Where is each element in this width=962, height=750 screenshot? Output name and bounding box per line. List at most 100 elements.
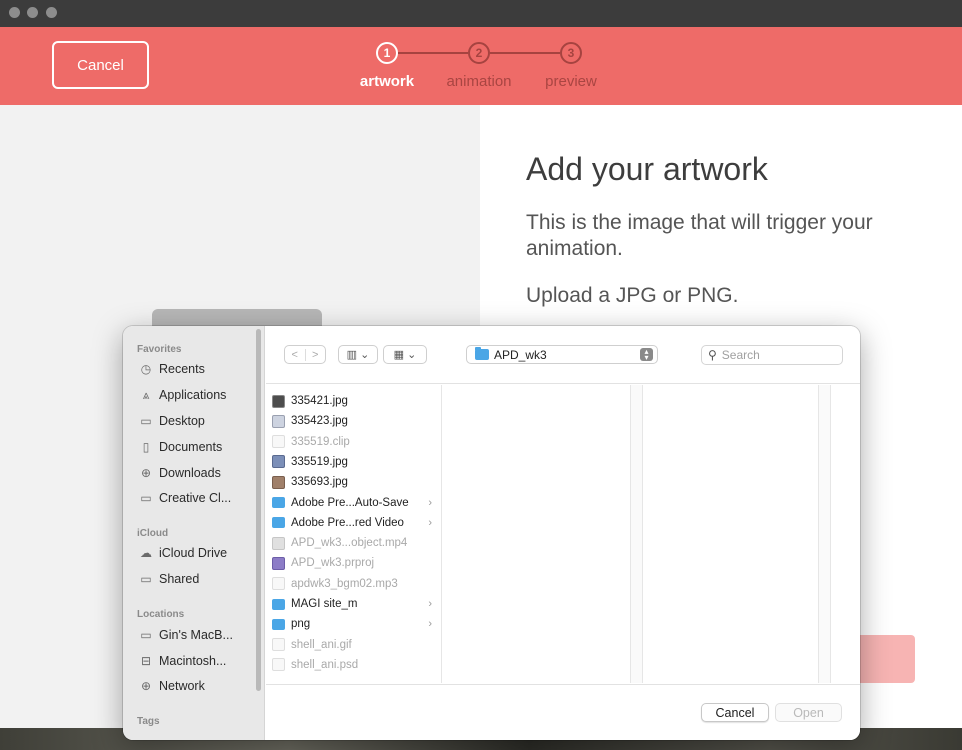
chevron-right-icon: › bbox=[428, 516, 432, 529]
step-2-label[interactable]: animation bbox=[429, 73, 529, 90]
sidebar-item-documents[interactable]: ▯ Documents bbox=[137, 437, 223, 457]
file-name: shell_ani.gif bbox=[291, 638, 352, 651]
sidebar-scrollbar[interactable] bbox=[256, 329, 261, 691]
step-2-circle[interactable]: 2 bbox=[468, 42, 490, 64]
wizard-header: Cancel 1 2 3 artwork animation preview bbox=[0, 27, 962, 105]
folder-icon bbox=[272, 517, 285, 529]
laptop-icon: ▭ bbox=[140, 628, 152, 642]
chevron-right-icon: › bbox=[428, 618, 432, 631]
minimize-window-button[interactable] bbox=[27, 7, 38, 18]
file-name: 335519.jpg bbox=[291, 455, 348, 468]
sidebar-item-macbook[interactable]: ▭ Gin's MacB... bbox=[137, 625, 233, 645]
step-3-circle[interactable]: 3 bbox=[560, 42, 582, 64]
sidebar-item-label: Shared bbox=[159, 572, 200, 586]
file-icon bbox=[272, 475, 285, 489]
file-name: 335693.jpg bbox=[291, 476, 348, 489]
group-by-button[interactable]: ▦ ⌄ bbox=[383, 345, 427, 364]
file-row[interactable]: 335519.clip bbox=[272, 432, 432, 452]
sidebar-item-network[interactable]: ⊕ Network bbox=[137, 676, 205, 696]
sidebar-item-applications[interactable]: ⩓ Applications bbox=[137, 385, 227, 405]
file-column-3 bbox=[643, 385, 819, 683]
search-icon: ⚲ bbox=[708, 348, 717, 362]
file-row[interactable]: 335421.jpg bbox=[272, 391, 432, 411]
dialog-footer: Cancel Open bbox=[266, 684, 860, 740]
sidebar-group-favorites: Favorites bbox=[137, 344, 182, 355]
file-name: 335421.jpg bbox=[291, 395, 348, 407]
sidebar-item-downloads[interactable]: ⊕ Downloads bbox=[137, 463, 221, 483]
sidebar-item-recents[interactable]: ◷ Recents bbox=[137, 359, 205, 379]
folder-row[interactable]: MAGI site_m › bbox=[272, 594, 432, 614]
file-icon bbox=[272, 556, 285, 570]
sidebar-item-label: Documents bbox=[159, 440, 223, 454]
file-icon bbox=[272, 638, 285, 652]
chevron-right-icon: › bbox=[428, 598, 432, 610]
page-title: Add your artwork bbox=[526, 151, 768, 187]
file-row[interactable]: 335519.jpg bbox=[272, 452, 432, 472]
chevron-right-icon: › bbox=[428, 496, 432, 509]
folder-row[interactable]: Adobe Pre...red Video › bbox=[272, 513, 432, 533]
step-1-label[interactable]: artwork bbox=[337, 73, 437, 90]
globe-icon: ⊕ bbox=[140, 679, 152, 693]
folder-icon bbox=[475, 347, 489, 360]
chevron-left-icon[interactable]: < bbox=[285, 348, 306, 361]
file-icon bbox=[272, 435, 285, 449]
sidebar-group-locations: Locations bbox=[137, 609, 185, 620]
file-icon bbox=[272, 414, 285, 428]
step-connector bbox=[398, 52, 468, 54]
file-icon bbox=[272, 394, 285, 408]
step-3-label[interactable]: preview bbox=[521, 73, 621, 90]
applications-icon: ⩓ bbox=[142, 387, 150, 402]
cancel-button[interactable]: Cancel bbox=[52, 41, 149, 89]
file-row[interactable]: shell_ani.gif bbox=[272, 635, 432, 655]
file-name: 335519.clip bbox=[291, 435, 350, 448]
dialog-cancel-button[interactable]: Cancel bbox=[701, 703, 769, 722]
description-text: This is the image that will trigger your… bbox=[526, 211, 873, 260]
file-row[interactable]: APD_wk3...object.mp4 bbox=[272, 533, 432, 553]
file-row[interactable]: APD_wk3.prproj bbox=[272, 553, 432, 573]
file-row[interactable]: 335423.jpg bbox=[272, 411, 432, 431]
upload-hint: Upload a JPG or PNG. bbox=[526, 284, 739, 307]
file-row[interactable]: 335693.jpg bbox=[272, 472, 432, 492]
search-field[interactable]: ⚲ Search bbox=[701, 345, 843, 365]
view-mode-button[interactable]: ▥ ⌄ bbox=[338, 345, 378, 364]
folder-icon bbox=[272, 497, 285, 508]
columns-view-icon: ▥ ⌄ bbox=[346, 349, 370, 361]
column-divider[interactable] bbox=[631, 385, 643, 683]
dialog-open-button[interactable]: Open bbox=[775, 703, 842, 722]
file-open-dialog: Favorites ◷ Recents ⩓ Applications ▭ Deskto… bbox=[123, 326, 860, 740]
chevron-right-icon[interactable]: > bbox=[306, 349, 326, 361]
zoom-window-button[interactable] bbox=[46, 7, 57, 18]
path-popup[interactable]: APD_wk3 ▴ ▾ bbox=[466, 345, 658, 364]
download-icon: ⊕ bbox=[140, 466, 152, 480]
sidebar-item-shared[interactable]: ▭ Shared bbox=[137, 569, 199, 589]
folder-icon bbox=[272, 618, 285, 630]
close-window-button[interactable] bbox=[9, 7, 20, 18]
dialog-sidebar: Favorites ◷ Recents ⩓ Applications ▭ Deskto… bbox=[123, 326, 265, 740]
step-1-circle[interactable]: 1 bbox=[376, 42, 398, 64]
window-titlebar bbox=[0, 0, 962, 27]
file-icon bbox=[272, 658, 285, 672]
document-icon: ▯ bbox=[142, 440, 150, 454]
column-divider[interactable] bbox=[819, 385, 831, 683]
file-name: Adobe Pre...Auto-Save bbox=[291, 496, 409, 509]
sidebar-item-label: Desktop bbox=[159, 414, 205, 428]
sidebar-item-creative-cloud[interactable]: ▭ Creative Cl... bbox=[137, 488, 231, 508]
file-name: 335423.jpg bbox=[291, 415, 348, 428]
file-name: png bbox=[291, 618, 311, 631]
step-connector bbox=[490, 52, 560, 54]
folder-row[interactable]: Adobe Pre...Auto-Save › bbox=[272, 493, 432, 513]
file-row[interactable]: apdwk3_bgm02.mp3 bbox=[272, 574, 432, 594]
folder-row[interactable]: png › bbox=[272, 614, 432, 634]
back-forward-buttons[interactable]: < > bbox=[284, 345, 326, 364]
sidebar-item-label: Gin's MacB... bbox=[159, 628, 233, 642]
file-column-1: 335421.jpg 335423.jpg 335519.clip 335519.jp… bbox=[266, 385, 442, 683]
sidebar-item-icloud-drive[interactable]: ☁ iCloud Drive bbox=[137, 543, 227, 563]
sidebar-item-desktop[interactable]: ▭ Desktop bbox=[137, 411, 205, 431]
folder-icon bbox=[272, 598, 285, 610]
sidebar-item-label: Network bbox=[159, 679, 205, 693]
drive-icon: ⊟ bbox=[140, 654, 152, 668]
sidebar-item-macintosh-hd[interactable]: ⊟ Macintosh... bbox=[137, 651, 226, 671]
file-row[interactable]: shell_ani.psd bbox=[272, 655, 432, 675]
sidebar-item-label: Applications bbox=[159, 388, 227, 402]
file-name: APD_wk3.prproj bbox=[291, 557, 375, 570]
